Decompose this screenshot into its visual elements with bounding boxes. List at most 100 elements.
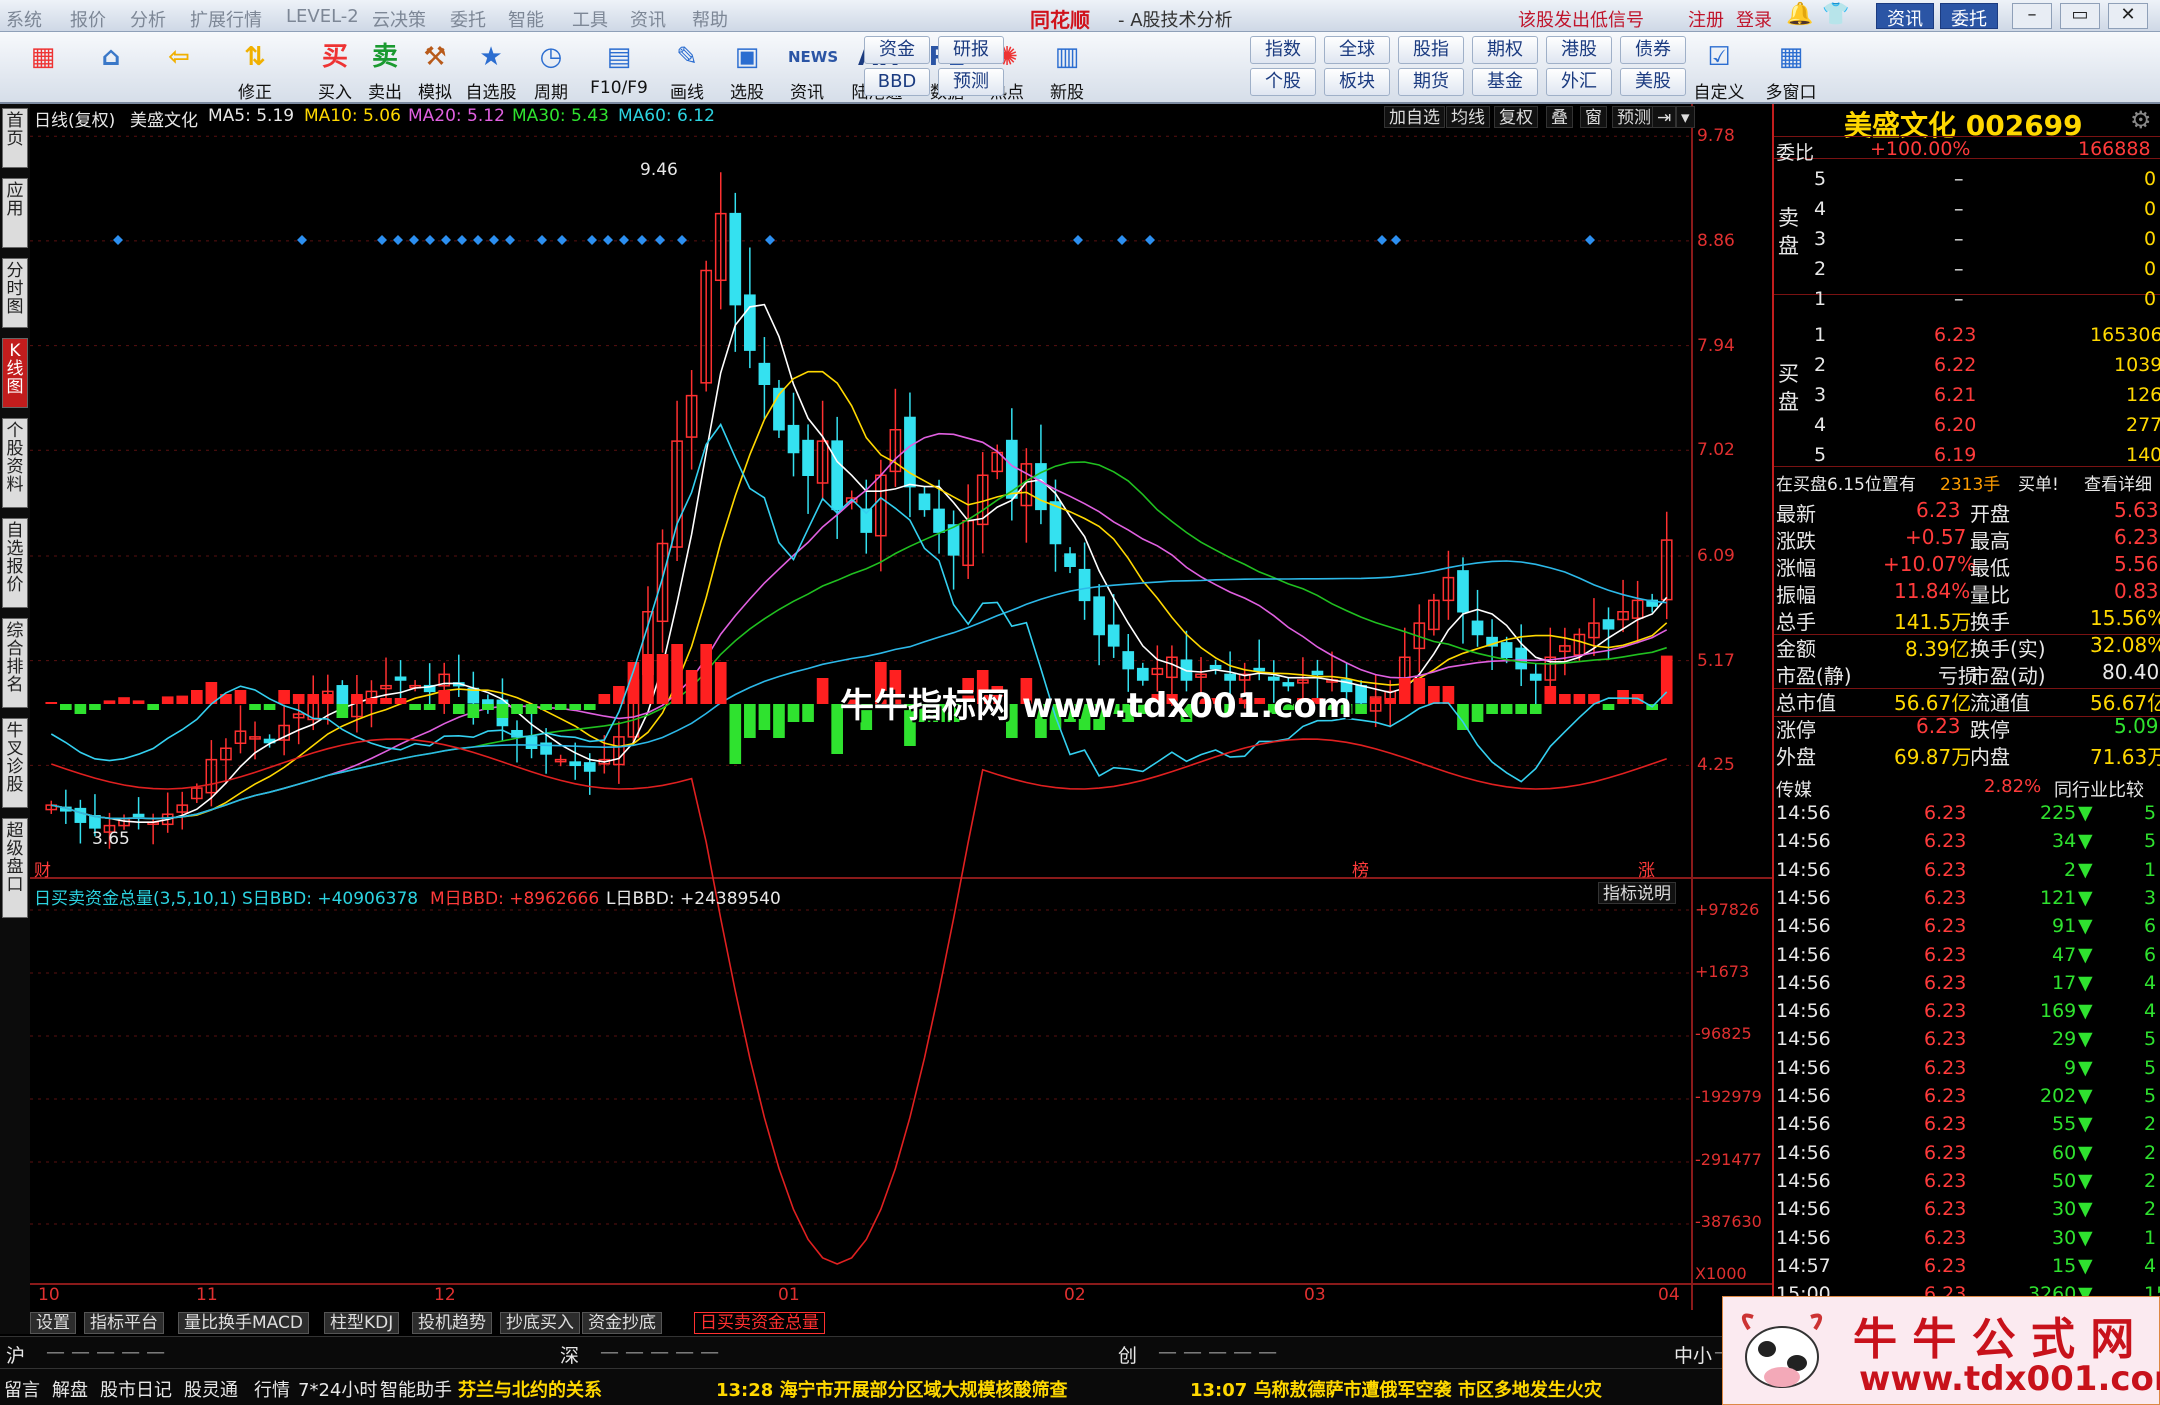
mini-button[interactable]: 外汇 xyxy=(1546,68,1612,96)
sidebar-tab[interactable]: K线图 xyxy=(2,338,28,408)
toolbar-button-custom[interactable]: ☑ 自定义 xyxy=(1690,36,1748,103)
sidebar-tab[interactable]: 自选报价 xyxy=(2,518,28,608)
expand-icon[interactable]: ⇥ xyxy=(1652,106,1677,128)
close-button[interactable]: ✕ xyxy=(2108,3,2148,29)
news-headline[interactable]: 芬兰与北约的关系 xyxy=(458,1376,602,1402)
chart-tool-button[interactable]: 加自选 xyxy=(1384,106,1445,128)
index-label[interactable]: 深 xyxy=(560,1341,579,1368)
news-button[interactable]: 资讯 xyxy=(1876,3,1934,30)
menu-item[interactable]: 智能 xyxy=(508,6,544,32)
mini-button[interactable]: 债券 xyxy=(1620,36,1686,64)
toolbar-button-newstock[interactable]: ▥ 新股 xyxy=(1038,36,1096,103)
status-link[interactable]: 行情 xyxy=(254,1376,290,1402)
mini-button[interactable]: 全球 xyxy=(1324,36,1390,64)
news-item[interactable]: 13:07 乌称敖德萨市遭俄军空袭 市区多地发生火灾 xyxy=(1190,1376,1602,1402)
chart-tool-button[interactable]: 窗 xyxy=(1580,106,1607,128)
sector-compare-button[interactable]: 同行业比较 xyxy=(2054,776,2144,802)
toolbar-button-updown[interactable]: ⇅ 修正 xyxy=(226,36,284,103)
sidebar-tab[interactable]: 超级盘口 xyxy=(2,818,28,918)
sidebar-tab[interactable]: 牛叉诊股 xyxy=(2,718,28,808)
gear-icon[interactable]: ⚙ xyxy=(2130,106,2152,134)
menu-item[interactable]: 工具 xyxy=(572,6,608,32)
mini-button[interactable]: 基金 xyxy=(1472,68,1538,96)
view-detail-link[interactable]: 查看详细 xyxy=(2084,470,2152,495)
menu-item[interactable]: 资讯 xyxy=(630,6,666,32)
sidebar-tab[interactable]: 首页 xyxy=(2,108,28,168)
dropdown-icon[interactable]: ▾ xyxy=(1676,106,1695,128)
indicator-tab[interactable]: 柱型KDJ xyxy=(324,1312,400,1334)
toolbar-button-f10[interactable]: ▤ F10/F9 xyxy=(590,36,648,102)
news-item[interactable]: 13:28 海宁市开展部分区域大规模核酸筛查 xyxy=(716,1376,1068,1402)
toolbar-button-grid[interactable]: ▦ xyxy=(14,36,72,102)
index-label[interactable]: 创 xyxy=(1118,1341,1137,1368)
bell-icon[interactable]: 🔔 xyxy=(1786,2,1813,27)
signal-link[interactable]: 该股发出低信号 xyxy=(1518,6,1644,32)
sidebar-tab[interactable]: 综合排名 xyxy=(2,618,28,708)
toolbar-button-clock[interactable]: ◷ 周期 xyxy=(522,36,580,103)
limitup-marker[interactable]: 涨 xyxy=(1638,856,1655,881)
menu-item[interactable]: 帮助 xyxy=(692,6,728,32)
chart-tool-button[interactable]: 预测 xyxy=(1612,106,1656,128)
index-label[interactable]: 沪 xyxy=(6,1341,25,1368)
sidebar-tab[interactable]: 分时图 xyxy=(2,258,28,328)
toolbar-button-back-arrow[interactable]: ⇦ xyxy=(150,36,208,102)
chart-tool-button[interactable]: 复权 xyxy=(1494,106,1538,128)
minimize-button[interactable]: – xyxy=(2012,3,2052,29)
menu-item[interactable]: 委托 xyxy=(450,6,486,32)
indicator-tab[interactable]: 量比换手MACD xyxy=(178,1312,309,1334)
mini-button[interactable]: 资金 xyxy=(864,36,930,64)
shirt-icon[interactable]: 👕 xyxy=(1822,2,1849,27)
toolbar-button-hammer[interactable]: ⚒ 模拟 xyxy=(406,36,464,103)
toolbar-button-star[interactable]: ★ 自选股 xyxy=(462,36,520,103)
chart-tool-button[interactable]: 均线 xyxy=(1446,106,1490,128)
sidebar-tab[interactable]: 应用 xyxy=(2,178,28,248)
rank-marker[interactable]: 榜 xyxy=(1352,856,1369,881)
sidebar-tab[interactable]: 个股资料 xyxy=(2,418,28,508)
menu-item[interactable]: LEVEL-2 xyxy=(286,6,359,27)
divider xyxy=(1774,466,2160,467)
mini-button[interactable]: 板块 xyxy=(1324,68,1390,96)
toolbar-button-multiwindow[interactable]: ▦ 多窗口 xyxy=(1762,36,1820,103)
mini-button[interactable]: 股指 xyxy=(1398,36,1464,64)
status-link[interactable]: 7*24小时 xyxy=(298,1376,377,1402)
toolbar-label: 画线 xyxy=(670,83,704,103)
indicator-help-button[interactable]: 指标说明 xyxy=(1598,882,1676,904)
mini-button[interactable]: 个股 xyxy=(1250,68,1316,96)
menu-item[interactable]: 系统 xyxy=(6,6,42,32)
buy-side-label: 买盘 xyxy=(1778,362,1799,414)
toolbar-button-home[interactable]: ⌂ xyxy=(82,36,140,102)
login-link[interactable]: 登录 xyxy=(1736,6,1772,32)
indicator-tab[interactable]: 资金抄底 xyxy=(582,1312,662,1334)
mini-button[interactable]: 美股 xyxy=(1620,68,1686,96)
mini-button[interactable]: 港股 xyxy=(1546,36,1612,64)
indicator-tab[interactable]: 设置 xyxy=(30,1312,76,1334)
trade-dropdown[interactable]: 委托 xyxy=(1940,3,1998,30)
mini-button[interactable]: 预测 xyxy=(938,68,1004,96)
restore-button[interactable]: ▭ xyxy=(2060,3,2100,29)
mini-button[interactable]: 期货 xyxy=(1398,68,1464,96)
toolbar-button-monitor[interactable]: ▣ 选股 xyxy=(718,36,776,103)
indicator-tab[interactable]: 指标平台 xyxy=(84,1312,164,1334)
status-link[interactable]: 股灵通 xyxy=(184,1376,238,1402)
mini-button[interactable]: 研报 xyxy=(938,36,1004,64)
chart-tool-button[interactable]: 叠 xyxy=(1546,106,1573,128)
mini-button[interactable]: 指数 xyxy=(1250,36,1316,64)
toolbar-button-pen[interactable]: ✎ 画线 xyxy=(658,36,716,103)
menu-item[interactable]: 云决策 xyxy=(372,6,426,32)
mini-button[interactable]: 期权 xyxy=(1472,36,1538,64)
status-link[interactable]: 智能助手 xyxy=(380,1376,452,1402)
mini-button[interactable]: BBD xyxy=(864,68,930,96)
register-link[interactable]: 注册 xyxy=(1688,6,1724,32)
indicator-tab[interactable]: 抄底买入 xyxy=(500,1312,580,1334)
status-link[interactable]: 解盘 xyxy=(52,1376,88,1402)
indicator-tab[interactable]: 投机趋势 xyxy=(412,1312,492,1334)
indicator-tab[interactable]: 日买卖资金总量 xyxy=(694,1312,825,1334)
status-link[interactable]: 股市日记 xyxy=(100,1376,172,1402)
status-link[interactable]: 留言 xyxy=(4,1376,40,1402)
menu-item[interactable]: 扩展行情 xyxy=(190,6,262,32)
toolbar-button-news[interactable]: NEWS 资讯 xyxy=(778,36,838,103)
menu-item[interactable]: 报价 xyxy=(70,6,106,32)
menu-item[interactable]: 分析 xyxy=(130,6,166,32)
index-label[interactable]: 中小 xyxy=(1674,1341,1712,1368)
finance-marker[interactable]: 财 xyxy=(34,856,51,881)
